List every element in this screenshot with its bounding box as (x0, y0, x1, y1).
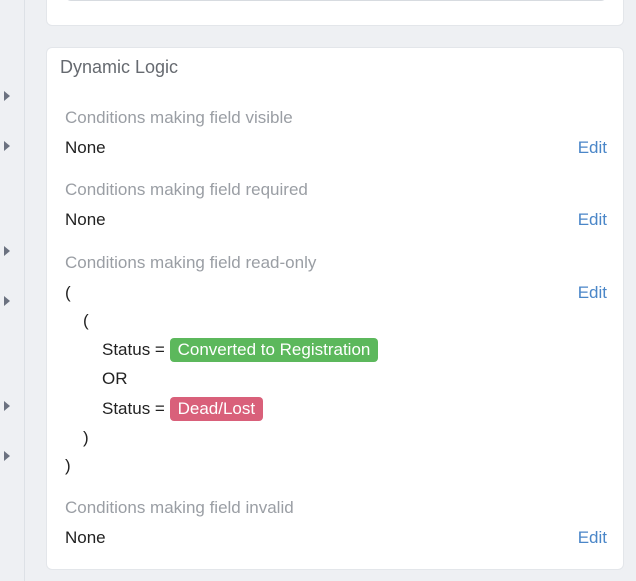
logic-open-paren-outer: ( (65, 283, 71, 302)
left-sidebar-strip (0, 0, 25, 581)
invalid-conditions-value: None (65, 528, 106, 547)
logic-operator: OR (102, 369, 128, 388)
condition-1-field: Status = (102, 340, 165, 359)
visible-conditions-label: Conditions making field visible (65, 108, 293, 127)
edit-visible-button[interactable]: Edit (578, 138, 607, 158)
logic-open-paren-inner: ( (83, 311, 89, 330)
edit-invalid-button[interactable]: Edit (578, 528, 607, 548)
status-badge-converted: Converted to Registration (169, 338, 379, 362)
caret-right-icon[interactable] (4, 451, 10, 461)
required-conditions-label: Conditions making field required (65, 180, 308, 199)
condition-2-field: Status = (102, 399, 165, 418)
invalid-conditions-label: Conditions making field invalid (65, 498, 294, 517)
status-badge-dead-lost: Dead/Lost (169, 397, 264, 421)
readonly-conditions-label: Conditions making field read-only (65, 253, 317, 272)
logic-condition-1: Status = Converted to Registration (102, 338, 379, 362)
logic-condition-2: Status = Dead/Lost (102, 397, 264, 421)
required-conditions-value: None (65, 210, 106, 229)
caret-right-icon[interactable] (4, 401, 10, 411)
logic-close-paren-outer: ) (65, 456, 71, 475)
caret-right-icon[interactable] (4, 91, 10, 101)
visible-conditions-value: None (65, 138, 106, 157)
previous-panel (46, 0, 624, 26)
edit-required-button[interactable]: Edit (578, 210, 607, 230)
panel-title: Dynamic Logic (60, 57, 179, 77)
dynamic-logic-panel: Dynamic Logic Conditions making field vi… (46, 47, 624, 570)
edit-readonly-button[interactable]: Edit (578, 283, 607, 303)
previous-panel-field[interactable] (65, 0, 607, 1)
caret-right-icon[interactable] (4, 246, 10, 256)
caret-right-icon[interactable] (4, 296, 10, 306)
caret-right-icon[interactable] (4, 141, 10, 151)
logic-close-paren-inner: ) (83, 428, 89, 447)
